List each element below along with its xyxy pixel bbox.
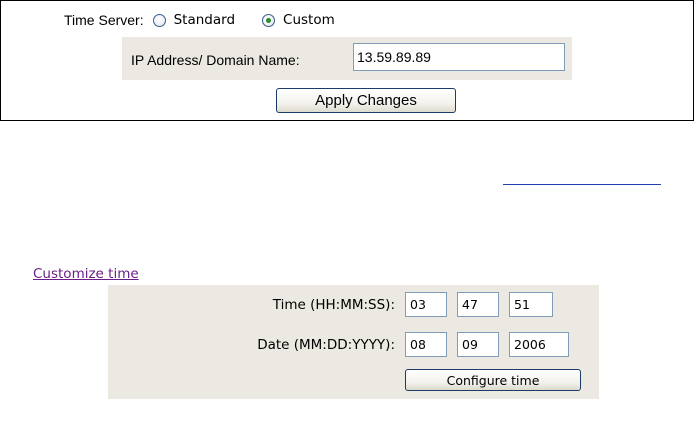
configure-time-button[interactable]: Configure time: [405, 369, 581, 391]
apply-changes-button[interactable]: Apply Changes: [276, 88, 456, 113]
date-day-field[interactable]: 09: [457, 332, 499, 357]
ip-address-label: IP Address/ Domain Name:: [131, 52, 300, 68]
time-minutes-field[interactable]: 47: [457, 292, 499, 317]
date-label: Date (MM:DD:YYYY):: [257, 337, 395, 353]
customize-time-link[interactable]: Customize time: [33, 266, 139, 282]
time-seconds-field[interactable]: 51: [509, 292, 553, 317]
empty-link[interactable]: [503, 184, 661, 185]
custom-radio[interactable]: [262, 13, 276, 27]
time-label: Time (HH:MM:SS):: [272, 297, 395, 313]
date-year-field[interactable]: 2006: [509, 332, 569, 357]
date-month-field[interactable]: 08: [405, 332, 447, 357]
ip-address-input[interactable]: 13.59.89.89: [353, 43, 565, 71]
time-server-row: Time Server: Standard Custom: [64, 10, 362, 30]
standard-radio-label[interactable]: Standard: [174, 12, 235, 28]
time-server-label: Time Server:: [64, 12, 144, 28]
custom-radio-label[interactable]: Custom: [283, 12, 335, 28]
time-hours-field[interactable]: 03: [405, 292, 447, 317]
standard-radio[interactable]: [152, 13, 166, 27]
